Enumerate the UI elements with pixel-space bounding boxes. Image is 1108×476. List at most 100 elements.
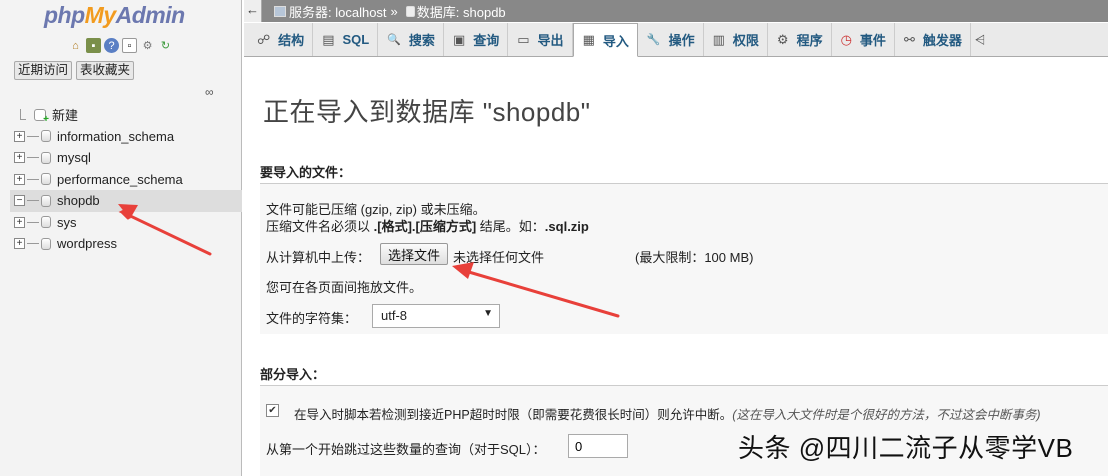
tab-export[interactable]: ▭ 导出: [508, 23, 573, 56]
breadcrumb: ← 服务器: localhost » 数据库: shopdb: [244, 0, 1108, 22]
tab-search[interactable]: 🔍 搜索: [378, 23, 444, 56]
tab-query[interactable]: ▣ 查询: [444, 23, 509, 56]
tree-item-new[interactable]: 新建: [10, 104, 242, 126]
tab-label: SQL: [342, 32, 370, 47]
breadcrumb-separator: »: [390, 3, 398, 19]
menu-tabs: ☍ 结构 ▤ SQL 🔍 搜索 ▣ 查询 ▭ 导出 ▦ 导入 🔧 操作 ▥ 权限 ⚙ 程序 ◷ 事件…: [244, 23, 1108, 57]
navigation-panel: phpMyAdmin ⌂ ▪ ? ▫ ⚙ ↻ 近期访问 表收藏夹 ∞ 新建 + …: [0, 0, 242, 476]
tab-label: 搜索: [408, 33, 435, 48]
expand-icon[interactable]: +: [14, 130, 25, 142]
tree-item-label: sys: [57, 214, 77, 230]
main-content: 正在导入到数据库 "shopdb" 要导入的文件： 文件可能已压缩 (gzip,…: [244, 58, 1108, 476]
tree-item-label: wordpress: [57, 236, 117, 252]
tab-label: 查询: [473, 33, 500, 48]
tree-item-sys[interactable]: + sys: [10, 212, 242, 234]
recent-tab[interactable]: 近期访问: [14, 61, 73, 80]
tab-label: 导入: [602, 33, 629, 49]
database-tree: 新建 + information_schema + mysql + perfor…: [10, 104, 242, 255]
note-format: .[格式].[压缩方式]: [373, 219, 477, 234]
phpmyadmin-logo[interactable]: phpMyAdmin: [44, 2, 185, 29]
nav-icon-bar: ⌂ ▪ ? ▫ ⚙ ↻: [68, 38, 173, 54]
expand-icon[interactable]: +: [14, 216, 25, 228]
tree-item-shopdb[interactable]: − shopdb: [10, 190, 242, 212]
database-icon: [41, 194, 51, 207]
interrupt-hint: (这在导入大文件时是个很好的方法，不过这会中断事务): [732, 408, 1041, 422]
back-arrow-icon[interactable]: ←: [244, 0, 262, 22]
home-icon[interactable]: ⌂: [68, 38, 83, 53]
expand-icon[interactable]: +: [14, 173, 25, 185]
tab-label: 事件: [859, 33, 886, 48]
breadcrumb-database[interactable]: 数据库: shopdb: [417, 2, 506, 21]
logo-php: php: [44, 2, 85, 28]
max-limit-text: (最大限制：100 MB): [635, 250, 754, 265]
drag-drop-note: 您可在各页面间拖放文件。: [266, 280, 423, 295]
triggers-icon: ⚯: [903, 31, 915, 47]
tab-routines[interactable]: ⚙ 程序: [768, 23, 832, 56]
tab-label: 导出: [537, 33, 564, 48]
wrench-icon: 🔧: [646, 34, 661, 46]
charset-value: utf-8: [381, 308, 408, 323]
tree-item-information-schema[interactable]: + information_schema: [10, 126, 242, 148]
watermark-text: 头条 @四川二流子从零学VB: [738, 433, 1074, 463]
allow-interrupt-checkbox[interactable]: ✔: [266, 404, 279, 417]
skip-queries-input[interactable]: [568, 434, 628, 458]
tab-label: 操作: [668, 33, 695, 48]
database-icon: [41, 237, 51, 250]
filename-note: 压缩文件名必须以 .[格式].[压缩方式] 结尾。如：.sql.zip: [266, 216, 589, 235]
settings-icon[interactable]: ⚙: [140, 38, 155, 53]
allow-interrupt-label[interactable]: 在导入时脚本若检测到接近PHP超时时限（即需要花费很长时间）则允许中断。(这在导…: [294, 404, 1041, 423]
tree-item-wordpress[interactable]: + wordpress: [10, 233, 242, 255]
note-text: 压缩文件名必须以: [266, 219, 374, 234]
upload-label: 从计算机中上传：: [266, 250, 371, 265]
new-db-icon: [34, 108, 49, 125]
privileges-icon: ▥: [712, 31, 725, 47]
charset-label: 文件的字符集：: [266, 311, 358, 326]
checkbox-label-text: 在导入时脚本若检测到接近PHP超时时限（即需要花费很长时间）则允许中断。: [294, 408, 733, 422]
tree-item-mysql[interactable]: + mysql: [10, 147, 242, 169]
database-icon: [405, 5, 415, 17]
partial-section-heading: 部分导入：: [260, 364, 1108, 386]
tab-privileges[interactable]: ▥ 权限: [704, 23, 768, 56]
exit-icon[interactable]: ▪: [86, 38, 101, 53]
skip-queries-label: 从第一个开始跳过这些数量的查询（对于SQL）：: [266, 442, 546, 457]
help-icon[interactable]: ?: [104, 38, 119, 53]
link-icon[interactable]: ∞: [205, 85, 214, 99]
tab-more[interactable]: ⩤: [971, 23, 989, 56]
tab-import[interactable]: ▦ 导入: [572, 23, 638, 57]
collapse-icon[interactable]: −: [14, 195, 25, 207]
note-text: 结尾。如：: [476, 219, 545, 234]
server-icon: [274, 5, 286, 17]
expand-icon[interactable]: +: [14, 152, 25, 164]
favorites-tab[interactable]: 表收藏夹: [76, 61, 135, 80]
tab-structure[interactable]: ☍ 结构: [248, 23, 314, 56]
query-icon: ▣: [452, 31, 466, 47]
routines-icon: ⚙: [776, 31, 789, 47]
nav-tabs: 近期访问 表收藏夹: [14, 61, 135, 80]
tab-operations[interactable]: 🔧 操作: [638, 23, 704, 56]
expand-icon[interactable]: +: [14, 238, 25, 250]
breadcrumb-server[interactable]: 服务器: localhost: [289, 2, 387, 21]
more-icon: ⩤: [974, 31, 986, 47]
database-icon: [41, 173, 51, 186]
docs-icon[interactable]: ▫: [122, 38, 137, 53]
reload-icon[interactable]: ↻: [158, 38, 173, 53]
tab-events[interactable]: ◷ 事件: [832, 23, 895, 56]
database-icon: [41, 216, 51, 229]
tree-item-label: information_schema: [57, 128, 175, 144]
section-heading-text: 部分导入：: [260, 367, 326, 382]
tree-item-label: shopdb: [57, 193, 100, 209]
export-icon: ▭: [517, 31, 530, 47]
search-icon: 🔍: [387, 34, 401, 46]
sql-icon: ▤: [322, 31, 335, 47]
charset-select[interactable]: utf-8 ▼: [372, 304, 500, 328]
tab-label: 程序: [796, 33, 823, 48]
choose-file-button[interactable]: 选择文件: [380, 243, 449, 265]
section-heading-text: 要导入的文件：: [260, 165, 352, 180]
logo-admin: Admin: [115, 2, 186, 28]
tab-triggers[interactable]: ⚯ 触发器: [895, 23, 971, 56]
tab-sql[interactable]: ▤ SQL: [313, 23, 379, 56]
tree-item-performance-schema[interactable]: + performance_schema: [10, 169, 242, 191]
tab-label: 权限: [732, 33, 759, 48]
database-icon: [41, 130, 51, 143]
tree-item-label: 新建: [52, 108, 79, 124]
